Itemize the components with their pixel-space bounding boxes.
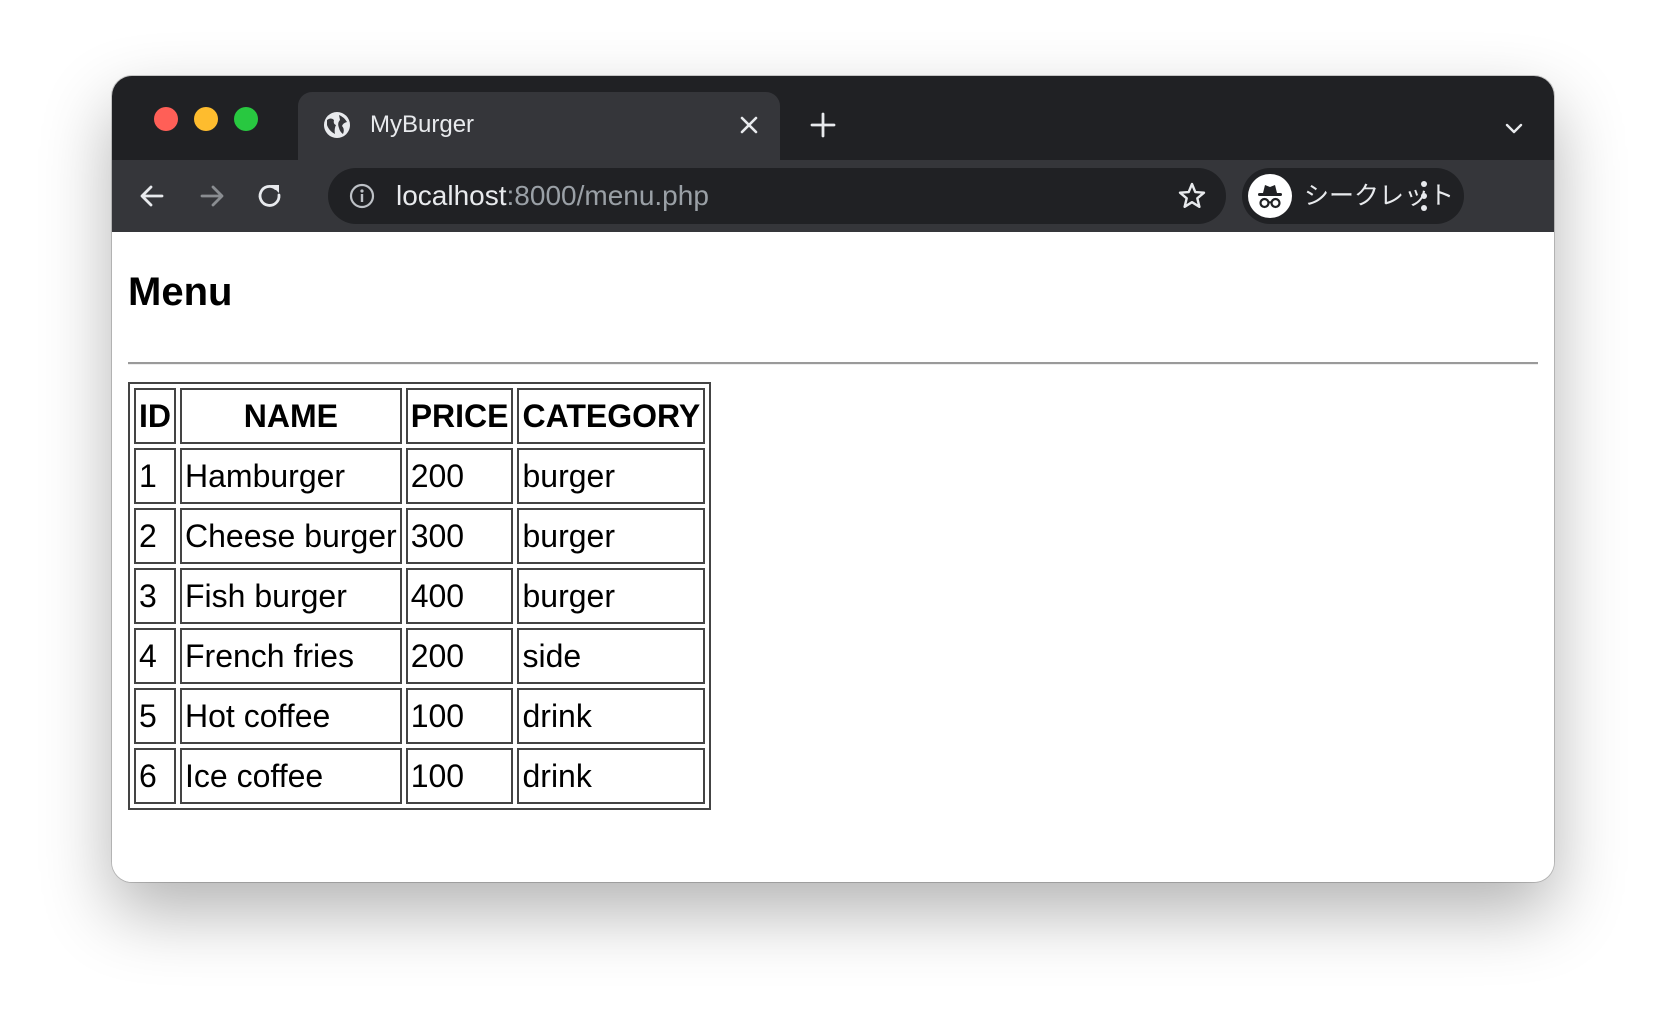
- table-row: 3 Fish burger 400 burger: [134, 568, 706, 624]
- table-row: 2 Cheese burger 300 burger: [134, 508, 706, 564]
- tab-title: MyBurger: [370, 111, 475, 138]
- incognito-icon: [1258, 185, 1282, 209]
- cell-id: 1: [134, 448, 176, 504]
- kebab-menu-icon[interactable]: [1414, 176, 1434, 216]
- chevron-down-icon[interactable]: [1502, 116, 1526, 140]
- table-row: 4 French fries 200 side: [134, 628, 706, 684]
- table-header-row: ID NAME PRICE CATEGORY: [134, 388, 706, 444]
- arrow-left-icon[interactable]: [136, 180, 168, 212]
- cell-name: Ice coffee: [180, 748, 402, 804]
- page-content: Menu ID NAME PRICE CATEGORY 1 Hamburger …: [112, 232, 1554, 882]
- cell-name: Fish burger: [180, 568, 402, 624]
- menu-table: ID NAME PRICE CATEGORY 1 Hamburger 200 b…: [128, 382, 712, 810]
- close-icon[interactable]: [736, 112, 762, 138]
- divider: [128, 362, 1538, 365]
- cell-id: 2: [134, 508, 176, 564]
- address-bar[interactable]: localhost:8000/menu.php: [328, 168, 1226, 224]
- cell-id: 4: [134, 628, 176, 684]
- incognito-avatar: [1248, 174, 1292, 218]
- cell-price: 200: [405, 448, 514, 504]
- info-icon[interactable]: [348, 182, 376, 210]
- column-header-name: NAME: [180, 388, 402, 444]
- plus-icon[interactable]: [808, 110, 838, 140]
- url-text[interactable]: localhost:8000/menu.php: [396, 181, 709, 211]
- page-title: Menu: [128, 270, 233, 314]
- arrow-right-icon[interactable]: [196, 180, 228, 212]
- column-header-id: ID: [134, 388, 176, 444]
- table-row: 5 Hot coffee 100 drink: [134, 688, 706, 744]
- tab-myburger[interactable]: MyBurger: [298, 92, 780, 160]
- cell-category: drink: [517, 688, 706, 744]
- url-host: localhost: [396, 180, 507, 211]
- cell-category: side: [517, 628, 706, 684]
- url-path: :8000/menu.php: [506, 180, 709, 211]
- browser-toolbar: localhost:8000/menu.php シークレット: [112, 160, 1554, 232]
- cell-name: Hamburger: [180, 448, 402, 504]
- cell-id: 3: [134, 568, 176, 624]
- tab-strip: MyBurger: [112, 76, 1554, 160]
- cell-price: 300: [405, 508, 514, 564]
- column-header-category: CATEGORY: [517, 388, 706, 444]
- browser-window: MyBurger localhost:8000/menu.php シークレット …: [112, 76, 1554, 882]
- cell-id: 6: [134, 748, 176, 804]
- zoom-window-button[interactable]: [234, 107, 258, 131]
- column-header-price: PRICE: [405, 388, 514, 444]
- cell-price: 200: [405, 628, 514, 684]
- star-icon[interactable]: [1176, 180, 1208, 212]
- table-row: 6 Ice coffee 100 drink: [134, 748, 706, 804]
- cell-id: 5: [134, 688, 176, 744]
- close-window-button[interactable]: [154, 107, 178, 131]
- cell-name: Cheese burger: [180, 508, 402, 564]
- cell-price: 100: [405, 688, 514, 744]
- globe-icon: [324, 112, 350, 138]
- cell-price: 400: [405, 568, 514, 624]
- cell-category: burger: [517, 448, 706, 504]
- minimize-window-button[interactable]: [194, 107, 218, 131]
- cell-category: burger: [517, 508, 706, 564]
- reload-icon[interactable]: [254, 180, 286, 212]
- cell-category: burger: [517, 568, 706, 624]
- cell-name: French fries: [180, 628, 402, 684]
- cell-category: drink: [517, 748, 706, 804]
- table-row: 1 Hamburger 200 burger: [134, 448, 706, 504]
- cell-price: 100: [405, 748, 514, 804]
- cell-name: Hot coffee: [180, 688, 402, 744]
